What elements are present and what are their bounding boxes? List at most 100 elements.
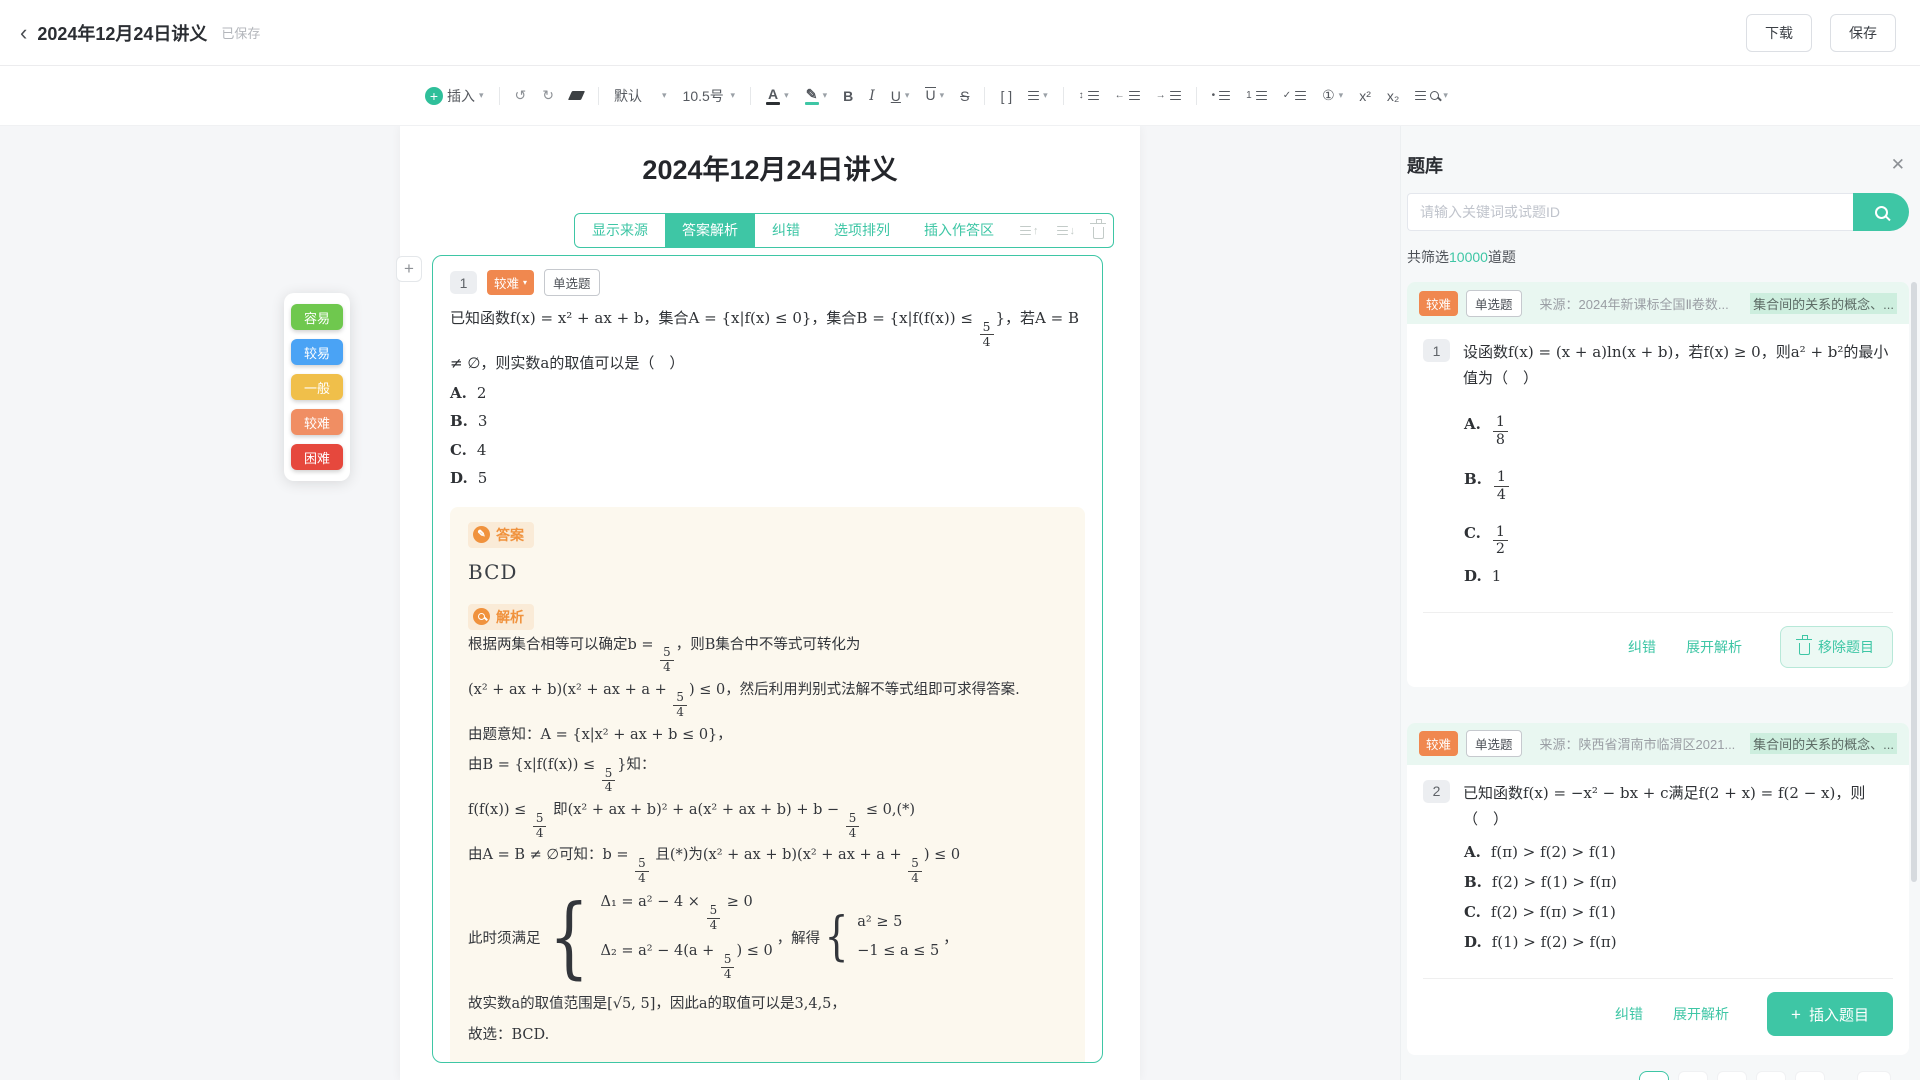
filter-summary: 共筛选10000道题 (1407, 247, 1909, 267)
delete-question-icon[interactable] (1084, 223, 1113, 239)
font-color-bar (766, 102, 780, 105)
move-question-down-icon[interactable]: ↓ (1048, 225, 1085, 237)
undo-icon[interactable]: ↺ (510, 83, 532, 108)
question-stem: 已知函数f(x) = x² + ax + b，集合A = {x|f(x) ≤ 0… (450, 304, 1085, 379)
page-223[interactable]: 223 (1857, 1071, 1890, 1080)
lines-icon (1295, 91, 1306, 101)
search-button[interactable] (1853, 193, 1909, 231)
save-button[interactable]: 保存 (1830, 14, 1896, 52)
chevron-down-icon: ▾ (905, 90, 910, 101)
toolbar-divider (1196, 87, 1197, 105)
chevron-down-icon: ▾ (523, 278, 527, 287)
card-header-band: 较难 单选题 来源：2024年新课标全国Ⅱ卷数... 集合间的关系的概念、... (1407, 282, 1909, 324)
search-input[interactable] (1407, 193, 1853, 231)
tab-option-sort[interactable]: 选项排列 (817, 214, 907, 247)
highlight-color-bar (805, 102, 819, 105)
indent-decrease-button[interactable]: ← (1110, 87, 1145, 105)
chevron-down-icon: ▾ (662, 90, 667, 101)
difficulty-badge[interactable]: 较难 ▾ (487, 270, 534, 295)
line-spacing-button[interactable]: ↕ (1074, 87, 1104, 105)
bullet-list-button[interactable]: • (1207, 87, 1236, 105)
tab-answer-analysis[interactable]: 答案解析 (665, 214, 755, 247)
bank-search (1407, 193, 1909, 231)
top-bar: ‹ 2024年12月24日讲义 已保存 下载 保存 (0, 0, 1920, 66)
align-button[interactable]: ▾ (1023, 86, 1053, 105)
difficulty-tag-easier[interactable]: 较易 (291, 339, 343, 365)
question-options: A.f(π) > f(2) > f(1) B.f(2) > f(1) > f(π… (1464, 840, 1893, 954)
page-3[interactable]: 3 (1717, 1071, 1747, 1080)
brackets-button[interactable]: [ ] (995, 84, 1017, 108)
document-title[interactable]: 2024年12月24日讲义 (400, 148, 1140, 187)
difficulty-tag-hard[interactable]: 困难 (291, 444, 343, 470)
font-color-button[interactable]: A ▾ (761, 83, 794, 109)
ordered-list-button[interactable]: 1 (1241, 87, 1272, 105)
bullet-icon: • (1212, 91, 1216, 101)
insert-button[interactable]: + 插入 ▾ (420, 82, 489, 110)
redo-icon[interactable]: ↻ (537, 83, 559, 108)
download-button[interactable]: 下载 (1746, 14, 1812, 52)
card-header-band: 较难 单选题 来源：陕西省渭南市临渭区2021... 集合间的关系的概念、... (1407, 723, 1909, 765)
chevron-down-icon: ▾ (479, 90, 484, 101)
check-icon: ✓ (1283, 91, 1291, 101)
right-arrow-icon: → (1156, 91, 1166, 101)
overline-button[interactable]: U ▾ (920, 83, 949, 107)
numbering-style-button[interactable]: ① ▾ (1317, 83, 1348, 108)
italic-button[interactable]: I (864, 84, 880, 108)
move-question-up-icon[interactable]: ↑ (1011, 225, 1048, 237)
strikethrough-button[interactable]: S (955, 84, 974, 108)
toolbar-divider (1063, 87, 1064, 105)
page-5[interactable]: 5 (1795, 1071, 1825, 1080)
option-a: A.18 (1464, 400, 1893, 449)
question-number: 1 (450, 271, 477, 294)
chevron-down-icon: ▾ (1443, 90, 1448, 101)
bold-button[interactable]: B (838, 84, 858, 108)
difficulty-badge: 较难 (1419, 291, 1458, 316)
left-arrow-icon: ← (1115, 91, 1125, 101)
expand-analysis-link[interactable]: 展开解析 (1673, 1004, 1729, 1024)
expand-analysis-link[interactable]: 展开解析 (1686, 637, 1742, 657)
scrollbar-thumb[interactable] (1911, 282, 1917, 882)
toolbar-divider (499, 87, 500, 105)
lines-icon (1088, 91, 1099, 101)
question-options: A.2 B.3 C.4 D.5 (450, 379, 1085, 493)
filter-count: 10000 (1449, 249, 1488, 265)
option-d: D.5 (450, 464, 1085, 493)
insert-question-button[interactable]: + 插入题目 (1767, 992, 1893, 1036)
difficulty-tag-medium[interactable]: 一般 (291, 374, 343, 400)
back-icon[interactable]: ‹ (20, 22, 27, 44)
report-error-link[interactable]: 纠错 (1615, 1004, 1643, 1024)
superscript-button[interactable]: x² (1354, 84, 1376, 108)
page-2[interactable]: 2 (1678, 1071, 1708, 1080)
chevron-down-icon: ▾ (784, 90, 789, 101)
difficulty-tag-easy[interactable]: 容易 (291, 304, 343, 330)
add-block-button[interactable]: + (396, 256, 422, 282)
highlight-color-button[interactable]: ✎ ▾ (800, 83, 833, 109)
tab-insert-answer-area[interactable]: 插入作答区 (907, 214, 1011, 247)
close-icon[interactable]: ✕ (1891, 155, 1905, 175)
font-color-icon: A (768, 87, 778, 101)
record-summary: 共2224条记录 第1页/223页 (1407, 1076, 1579, 1080)
tab-report-error[interactable]: 纠错 (755, 214, 817, 247)
bank-title: 题库 (1407, 152, 1443, 178)
work-area: 2024年12月24日讲义 + 容易 较易 一般 较难 困难 显示来源 答案解析… (0, 126, 1920, 1080)
underline-button[interactable]: U ▾ (886, 84, 915, 108)
font-size-select[interactable]: 10.5号 ▾ (678, 82, 741, 110)
report-error-link[interactable]: 纠错 (1628, 637, 1656, 657)
font-family-select[interactable]: 默认 ▾ (609, 82, 672, 110)
page-1[interactable]: 1 (1639, 1071, 1669, 1080)
option-b: B.3 (450, 407, 1085, 436)
option-b: B.14 (1464, 454, 1893, 503)
left-brace: { (825, 917, 849, 959)
task-list-button[interactable]: ✓ (1278, 87, 1311, 105)
difficulty-tag-harder[interactable]: 较难 (291, 409, 343, 435)
page-4[interactable]: 4 (1756, 1071, 1786, 1080)
tab-show-source[interactable]: 显示来源 (575, 214, 665, 247)
remove-question-button[interactable]: 移除题目 (1780, 626, 1893, 668)
find-replace-button[interactable]: ▾ (1410, 86, 1453, 105)
subscript-button[interactable]: x₂ (1382, 84, 1404, 108)
font-family-value: 默认 (614, 86, 658, 106)
question-options: A.18 B.14 C.12 D.1 (1464, 400, 1893, 588)
toolbar: + 插入 ▾ ↺ ↻ 默认 ▾ 10.5号 ▾ A ▾ ✎ ▾ B I U ▾ … (0, 66, 1920, 126)
indent-increase-button[interactable]: → (1151, 87, 1186, 105)
clear-format-icon[interactable] (565, 87, 588, 104)
